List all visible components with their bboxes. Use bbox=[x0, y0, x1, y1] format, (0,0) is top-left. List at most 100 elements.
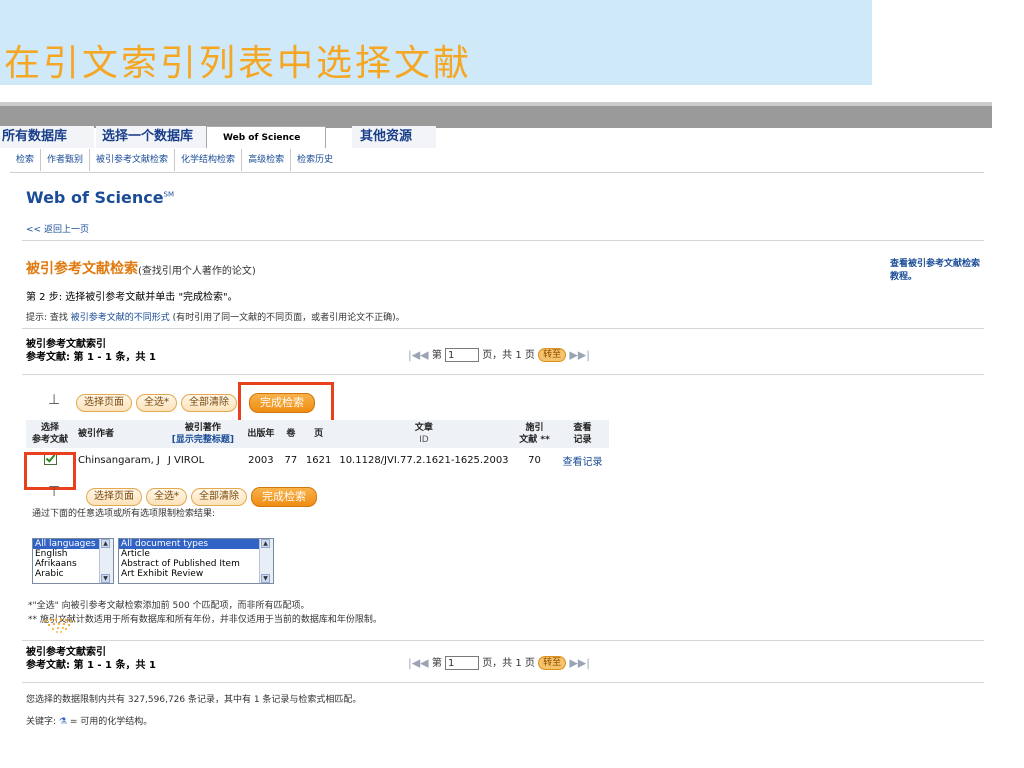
divider bbox=[22, 328, 984, 329]
pager-suffix: 页，共 1 页 bbox=[482, 658, 535, 669]
next-last-icon[interactable]: ▶▶| bbox=[569, 657, 590, 670]
arrow-up-icon: ⊤ bbox=[48, 484, 61, 500]
pager-prefix: 第 bbox=[431, 350, 442, 361]
slide-title-bar: 在引文索引列表中选择文献 bbox=[0, 0, 872, 85]
sub-navigation: 检索 作者甄别 被引参考文献检索 化学结构检索 高级检索 检索历史 bbox=[10, 149, 339, 171]
subnav-structure-search[interactable]: 化学结构检索 bbox=[175, 149, 243, 171]
cell-citing-count: 70 bbox=[528, 454, 541, 466]
pager-suffix: 页，共 1 页 bbox=[482, 350, 535, 361]
subnav-search[interactable]: 检索 bbox=[10, 149, 42, 171]
tab-all-databases[interactable]: 所有数据库 bbox=[0, 126, 94, 148]
pager-bottom: |◀◀ 第 1 页，共 1 页 转至 ▶▶| bbox=[408, 654, 590, 672]
highlight-finish-button bbox=[238, 382, 334, 424]
col-citing-articles: 施引 文献 ** bbox=[512, 420, 557, 448]
doc-type-option[interactable]: All document types bbox=[119, 539, 273, 549]
chemical-structure-icon: ⚗ bbox=[58, 717, 67, 727]
first-prev-icon[interactable]: |◀◀ bbox=[408, 349, 429, 362]
page-input[interactable]: 1 bbox=[445, 348, 479, 362]
tab-other-resources[interactable]: 其他资源 bbox=[352, 126, 436, 148]
doc-type-option[interactable]: Article bbox=[119, 549, 273, 559]
tutorial-link[interactable]: 查看被引参考文献检索教程。 bbox=[890, 258, 980, 284]
select-page-button[interactable]: 选择页面 bbox=[86, 488, 142, 506]
col-article-sub: ID bbox=[419, 435, 429, 445]
keyword-prefix: 关键字: bbox=[26, 717, 59, 727]
tab-web-of-science[interactable]: Web of Science bbox=[206, 126, 326, 148]
tip-link[interactable]: 被引参考文献的不同形式 bbox=[71, 313, 170, 323]
thomson-reuters-logo bbox=[44, 618, 73, 633]
tip-prefix: 提示: 查找 bbox=[26, 313, 71, 323]
scroll-down-icon[interactable]: ▼ bbox=[101, 574, 110, 583]
scroll-up-icon[interactable]: ▲ bbox=[261, 539, 270, 548]
step-instruction: 第 2 步: 选择被引参考文献并单击 "完成检索"。 bbox=[26, 292, 238, 303]
document-type-listbox[interactable]: All document types Article Abstract of P… bbox=[118, 538, 274, 584]
scroll-up-icon[interactable]: ▲ bbox=[101, 539, 110, 548]
keyword-suffix: = 可用的化学结构。 bbox=[66, 717, 153, 727]
col-page: 页 bbox=[301, 420, 336, 448]
col-year: 出版年 bbox=[241, 420, 280, 448]
scrollbar[interactable]: ▲ ▼ bbox=[99, 539, 113, 583]
product-name: Web of Science bbox=[26, 188, 164, 207]
cell-volume: 77 bbox=[284, 454, 298, 466]
col-volume: 卷 bbox=[279, 420, 302, 448]
select-all-button[interactable]: 全选* bbox=[136, 394, 177, 412]
select-page-button[interactable]: 选择页面 bbox=[76, 394, 132, 412]
view-record-link[interactable]: 查看记录 bbox=[557, 448, 609, 472]
tip-text: 提示: 查找 被引参考文献的不同形式 (有时引用了同一文献的不同页面，或者引用论… bbox=[26, 310, 405, 323]
doc-type-option[interactable]: Art Exhibit Review bbox=[119, 569, 273, 579]
cell-year: 2003 bbox=[248, 454, 274, 466]
table-row: Chinsangaram, J J VIROL 2003 77 1621 10.… bbox=[26, 448, 609, 472]
col-cited-work-label: 被引著作 bbox=[184, 423, 221, 433]
section-title: 被引参考文献检索 bbox=[26, 261, 138, 277]
language-listbox[interactable]: All languages English Afrikaans Arabic ▲… bbox=[32, 538, 114, 584]
divider bbox=[22, 682, 984, 683]
col-view-record: 查看 记录 bbox=[556, 420, 609, 448]
cited-reference-table: 选择 参考文献 被引作者 被引著作 [显示完整标题] 出版年 卷 页 文章 ID 施… bbox=[26, 420, 609, 472]
subnav-advanced-search[interactable]: 高级检索 bbox=[242, 149, 292, 171]
subnav-cited-ref-search[interactable]: 被引参考文献检索 bbox=[90, 149, 176, 171]
subnav-author-finder[interactable]: 作者甄别 bbox=[41, 149, 91, 171]
cell-work: J VIROL bbox=[167, 454, 205, 466]
show-full-title-link[interactable]: [显示完整标题] bbox=[168, 434, 238, 446]
goto-button[interactable]: 转至 bbox=[538, 348, 567, 362]
service-mark: SM bbox=[163, 190, 175, 199]
col-cited-work: 被引著作 [显示完整标题] bbox=[163, 420, 242, 448]
first-prev-icon[interactable]: |◀◀ bbox=[408, 657, 429, 670]
scrollbar[interactable]: ▲ ▼ bbox=[259, 539, 273, 583]
divider bbox=[22, 240, 984, 241]
finish-search-button[interactable]: 完成检索 bbox=[251, 487, 317, 507]
slide-title: 在引文索引列表中选择文献 bbox=[4, 43, 473, 84]
divider bbox=[22, 640, 984, 641]
keyword-legend: 关键字: ⚗ = 可用的化学结构。 bbox=[26, 714, 152, 727]
filter-label: 通过下面的任意选项或所有选项限制检索结果: bbox=[32, 509, 216, 519]
index-label: 被引参考文献索引 bbox=[26, 339, 106, 350]
back-link[interactable]: << 返回上一页 bbox=[26, 222, 89, 235]
col-article-label: 文章 bbox=[414, 423, 433, 433]
subnav-search-history[interactable]: 检索历史 bbox=[291, 149, 339, 171]
note-select-all: *"全选" 向被引参考文献检索添加前 500 个匹配项，而非所有匹配项。 bbox=[28, 601, 310, 611]
section-subtitle: (查找引用个人著作的论文) bbox=[138, 266, 256, 277]
browser-top-bar bbox=[0, 102, 992, 128]
clear-all-button[interactable]: 全部清除 bbox=[191, 488, 247, 506]
page-input[interactable]: 1 bbox=[445, 656, 479, 670]
tab-select-database[interactable]: 选择一个数据库 bbox=[96, 126, 210, 148]
scroll-down-icon[interactable]: ▼ bbox=[261, 574, 270, 583]
index-count: 参考文献: 第 1 - 1 条，共 1 bbox=[26, 352, 156, 363]
results-index-bottom: 被引参考文献索引 参考文献: 第 1 - 1 条，共 1 bbox=[26, 646, 156, 672]
cell-author: Chinsangaram, J bbox=[78, 454, 160, 466]
cell-page: 1621 bbox=[305, 454, 332, 466]
table-header-row: 选择 参考文献 被引作者 被引著作 [显示完整标题] 出版年 卷 页 文章 ID 施… bbox=[26, 420, 609, 448]
clear-all-button[interactable]: 全部清除 bbox=[181, 394, 237, 412]
doc-type-option[interactable]: Abstract of Published Item bbox=[119, 559, 273, 569]
tab-label: 所有数据库 bbox=[2, 129, 68, 144]
pager-prefix: 第 bbox=[431, 658, 442, 669]
index-label: 被引参考文献索引 bbox=[26, 647, 106, 658]
col-select: 选择 参考文献 bbox=[26, 420, 74, 448]
arrow-down-icon: ⊥ bbox=[48, 392, 61, 408]
select-all-button[interactable]: 全选* bbox=[146, 488, 187, 506]
goto-button[interactable]: 转至 bbox=[538, 656, 567, 670]
next-last-icon[interactable]: ▶▶| bbox=[569, 349, 590, 362]
database-tabs: 所有数据库 选择一个数据库 Web of Science 其他资源 bbox=[0, 126, 992, 148]
tab-label: 其他资源 bbox=[360, 129, 413, 144]
results-index-top: 被引参考文献索引 参考文献: 第 1 - 1 条，共 1 bbox=[26, 338, 156, 364]
pager-top: |◀◀ 第 1 页，共 1 页 转至 ▶▶| bbox=[408, 346, 590, 364]
